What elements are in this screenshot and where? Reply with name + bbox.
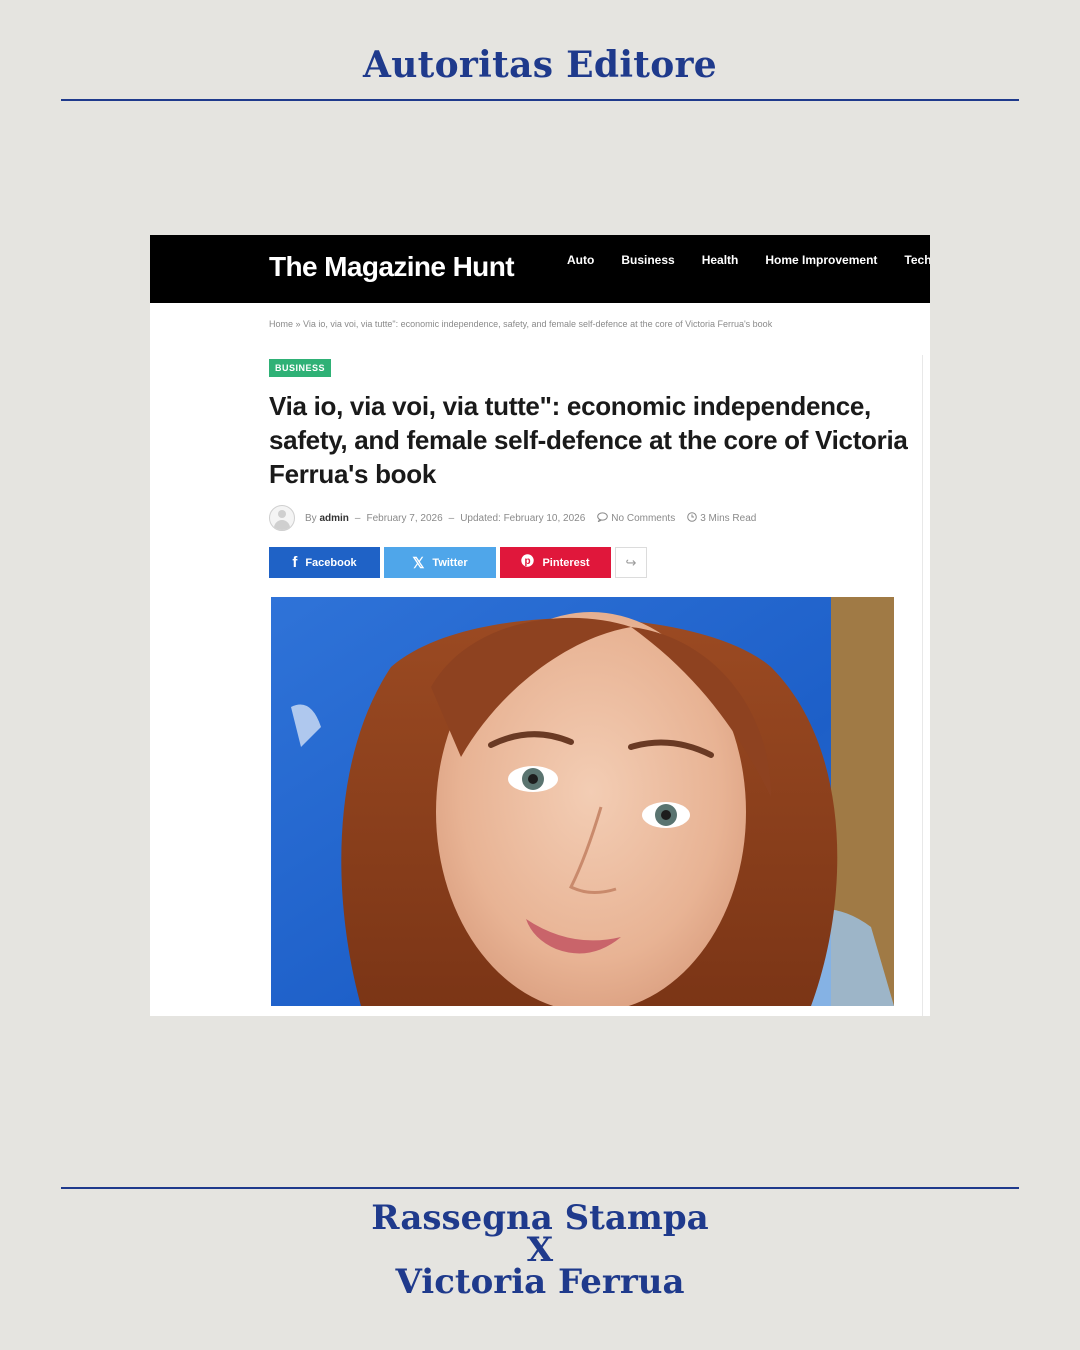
author-link[interactable]: admin: [319, 513, 348, 524]
share-facebook-label: Facebook: [305, 556, 357, 569]
nav-item-auto[interactable]: Auto: [567, 235, 594, 285]
share-twitter-button[interactable]: 𝕏 Twitter: [384, 547, 496, 578]
updated-date: February 10, 2026: [503, 512, 586, 524]
x-twitter-icon: 𝕏: [412, 554, 425, 572]
read-time: 3 Mins Read: [700, 512, 757, 524]
sidebar-divider: [922, 355, 923, 1016]
footer-caption: Rassegna Stampa X Victoria Ferrua: [0, 1201, 1080, 1302]
featured-image: [271, 597, 894, 1012]
nav-menu: Auto Business Health Home Improvement Te…: [567, 235, 930, 285]
page-title: Autoritas Editore: [362, 44, 718, 86]
site-logo[interactable]: The Magazine Hunt: [269, 243, 515, 291]
article-meta: By admin – February 7, 2026 – Updated: F…: [269, 505, 756, 531]
article-headline: Via io, via voi, via tutte": economic in…: [269, 391, 908, 489]
comment-icon: [597, 511, 609, 525]
site-navbar: The Magazine Hunt Auto Business Health H…: [150, 235, 930, 303]
published-date: February 7, 2026: [366, 512, 443, 524]
facebook-icon: f: [292, 554, 298, 571]
by-label: By: [305, 512, 317, 524]
breadcrumb[interactable]: Home » Via io, via voi, via tutte": econ…: [269, 319, 772, 329]
nav-item-health[interactable]: Health: [702, 235, 739, 285]
share-pinterest-label: Pinterest: [542, 556, 590, 569]
share-facebook-button[interactable]: f Facebook: [269, 547, 380, 578]
share-arrow-icon: ↪: [625, 554, 637, 570]
share-pinterest-button[interactable]: p Pinterest: [500, 547, 611, 578]
more-share-button[interactable]: ↪: [615, 547, 647, 578]
updated-label: Updated:: [460, 512, 501, 524]
footer-line-3: Victoria Ferrua: [395, 1262, 685, 1302]
category-badge[interactable]: BUSINESS: [269, 359, 332, 377]
comments-link[interactable]: No Comments: [611, 513, 675, 524]
svg-text:p: p: [525, 556, 531, 567]
top-divider: [61, 99, 1019, 101]
nav-item-home-improvement[interactable]: Home Improvement: [765, 235, 877, 285]
nav-item-technology[interactable]: Techn: [904, 235, 930, 285]
share-twitter-label: Twitter: [432, 556, 468, 569]
article-screenshot: The Magazine Hunt Auto Business Health H…: [150, 235, 930, 1016]
bottom-divider: [61, 1187, 1019, 1189]
clock-icon: [687, 511, 698, 525]
avatar[interactable]: [269, 505, 295, 531]
nav-item-business[interactable]: Business: [621, 235, 674, 285]
pinterest-icon: p: [521, 554, 535, 571]
